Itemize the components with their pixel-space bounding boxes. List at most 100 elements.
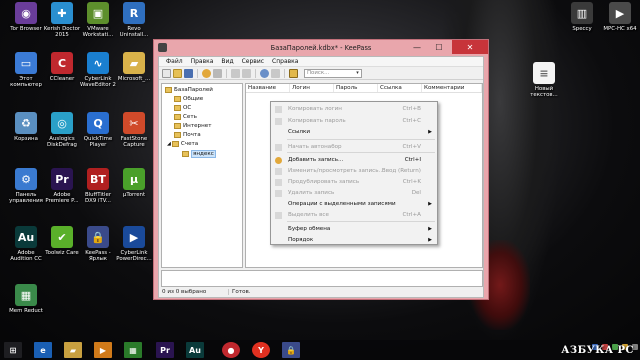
folder-icon: ▰: [123, 52, 145, 74]
folder-icon: [174, 132, 181, 138]
record-icon[interactable]: ●: [222, 342, 240, 358]
context-menu-item[interactable]: Изменить/просмотреть запись... Ввод (Retu…: [271, 166, 437, 176]
desktop-icon-label: Панель управления: [9, 192, 43, 205]
desktop-icon-label: Корзина: [14, 136, 38, 142]
windows-store-icon[interactable]: ▦: [124, 342, 142, 358]
desktop-icon[interactable]: ▶ MPC-HC x64: [598, 2, 640, 32]
title-bar[interactable]: БазаПаролей.kdbx* - KeePass — ☐ ✕: [154, 40, 488, 56]
desktop-icon[interactable]: R Revo Uninstall...: [112, 2, 156, 39]
blufftitler-icon: BT: [87, 168, 109, 190]
lock-workspace-icon[interactable]: [289, 68, 298, 78]
column-password[interactable]: Пароль: [334, 84, 378, 92]
desktop-icon-label: MPC-HC x64: [603, 26, 637, 32]
menu-item-shortcut: Ctrl+I: [404, 157, 421, 163]
tree-item-root[interactable]: БазаПаролей: [165, 87, 213, 93]
search-input[interactable]: Поиск... ▾: [304, 68, 362, 78]
tree-item-accounts[interactable]: ◢ Счета: [167, 141, 198, 147]
tree-item-mail[interactable]: Почта: [174, 132, 201, 138]
find-icon[interactable]: [260, 68, 269, 78]
tree-item-internet[interactable]: Интернет: [174, 123, 211, 129]
copy-username-icon[interactable]: [231, 68, 240, 78]
column-notes[interactable]: Комментарии: [422, 84, 482, 92]
adobe-premiere-icon: Pr: [51, 168, 73, 190]
desktop-icon[interactable]: ✂ FastStone Capture: [112, 112, 156, 149]
column-title[interactable]: Название: [246, 84, 290, 92]
context-menu-item[interactable]: Копировать логин Ctrl+B: [271, 104, 437, 114]
minimize-button[interactable]: —: [406, 40, 428, 54]
entry-context-menu: Копировать логин Ctrl+B Копировать пароль C…: [270, 101, 438, 245]
mpc-hc-icon: ▶: [609, 2, 631, 24]
menu-item-icon: [275, 105, 282, 113]
context-menu-item[interactable]: Операции с выделенными записями ▶: [271, 199, 437, 209]
desktop-icon[interactable]: ▰ Microsoft_...: [112, 52, 156, 82]
context-menu-item[interactable]: Буфер обмена ▶: [271, 224, 437, 234]
desktop-icon[interactable]: µ µTorrent: [112, 168, 156, 198]
kerish-doctor-icon: ✚: [51, 2, 73, 24]
copy-password-icon[interactable]: [242, 68, 251, 78]
collapse-arrow-icon[interactable]: ◢: [167, 141, 171, 147]
menu-view[interactable]: Вид: [217, 58, 237, 65]
yandex-browser-icon[interactable]: Y: [252, 342, 270, 358]
new-database-icon[interactable]: [162, 68, 171, 78]
file-explorer-icon[interactable]: ▰: [64, 342, 82, 358]
desktop-icon-label: Speccy: [572, 26, 592, 32]
context-menu-item[interactable]: Выделить все Ctrl+A: [271, 210, 437, 220]
folder-icon: [165, 87, 172, 93]
context-menu-item[interactable]: Начать автонабор Ctrl+V: [271, 142, 437, 152]
this-computer-icon: ▭: [15, 52, 37, 74]
desktop-icon[interactable]: ≡ Новый текстов...: [522, 62, 566, 99]
menu-file[interactable]: Файл: [162, 58, 187, 65]
menu-item-label: Ссылки: [288, 129, 310, 135]
keepass-taskbar-icon[interactable]: 🔒: [282, 342, 300, 358]
menu-item-label: Начать автонабор: [288, 144, 342, 150]
save-icon[interactable]: [184, 68, 193, 78]
sort-icon[interactable]: [271, 68, 280, 78]
edit-entry-icon[interactable]: [213, 68, 222, 78]
maximize-button[interactable]: ☐: [428, 40, 450, 54]
tree-label: яндекс: [191, 150, 216, 158]
tor-browser-icon: ◉: [15, 2, 37, 24]
toolwiz-care-icon: ✔: [51, 226, 73, 248]
desktop-icon[interactable]: ▶ CyberLink PowerDirec...: [112, 226, 156, 263]
menu-bar: Файл Правка Вид Сервис Справка: [159, 57, 483, 67]
folder-icon: [182, 151, 189, 157]
search-dropdown-icon[interactable]: ▾: [354, 70, 361, 77]
menu-edit[interactable]: Правка: [187, 58, 218, 65]
tree-item-os[interactable]: ОС: [174, 105, 191, 111]
column-url[interactable]: Ссылка: [378, 84, 422, 92]
menu-item-icon: [275, 201, 282, 208]
tree-item-yandex[interactable]: яндекс: [182, 150, 216, 158]
context-menu-item[interactable]: Удалить запись Del: [271, 188, 437, 198]
menu-tools[interactable]: Сервис: [238, 58, 268, 65]
close-button[interactable]: ✕: [452, 40, 488, 54]
toolbar-separator: [255, 68, 256, 78]
media-player-icon[interactable]: ▶: [94, 342, 112, 358]
desktop-icon[interactable]: ▦ Mem Reduct: [4, 284, 48, 314]
windows-start-icon[interactable]: ⊞: [4, 342, 22, 358]
column-username[interactable]: Логин: [290, 84, 334, 92]
submenu-arrow-icon: ▶: [428, 226, 432, 232]
desktop-icon-label: Tor Browser: [10, 26, 42, 32]
add-entry-icon[interactable]: [202, 68, 211, 78]
tree-label: Сеть: [183, 114, 197, 120]
entry-list-header: Название Логин Пароль Ссылка Комментарии: [246, 84, 482, 93]
context-menu-item[interactable]: Копировать пароль Ctrl+C: [271, 116, 437, 126]
context-menu-item[interactable]: Ссылки ▶: [271, 127, 437, 137]
premiere-taskbar-icon[interactable]: Pr: [156, 342, 174, 358]
context-menu-item[interactable]: Порядок ▶: [271, 235, 437, 245]
menu-item-label: Выделить все: [288, 212, 329, 218]
keepass-shortcut-icon: 🔒: [87, 226, 109, 248]
folder-icon: [171, 141, 179, 147]
audition-taskbar-icon[interactable]: Au: [186, 342, 204, 358]
tree-item-network[interactable]: Сеть: [174, 114, 197, 120]
tree-item-general[interactable]: Общие: [174, 96, 203, 102]
context-menu-item[interactable]: Добавить запись... Ctrl+I: [271, 155, 437, 165]
menu-help[interactable]: Справка: [268, 58, 302, 65]
watermark-logo: АЗБУКА PC: [561, 345, 634, 356]
group-tree[interactable]: БазаПаролей Общие ОС Сеть Интернет Почта…: [161, 83, 243, 268]
open-database-icon[interactable]: [173, 68, 182, 78]
context-menu-item[interactable]: Продублировать запись Ctrl+K: [271, 177, 437, 187]
folder-icon: [174, 96, 181, 102]
toolbar-separator: [197, 68, 198, 78]
ie-icon[interactable]: e: [34, 342, 52, 358]
